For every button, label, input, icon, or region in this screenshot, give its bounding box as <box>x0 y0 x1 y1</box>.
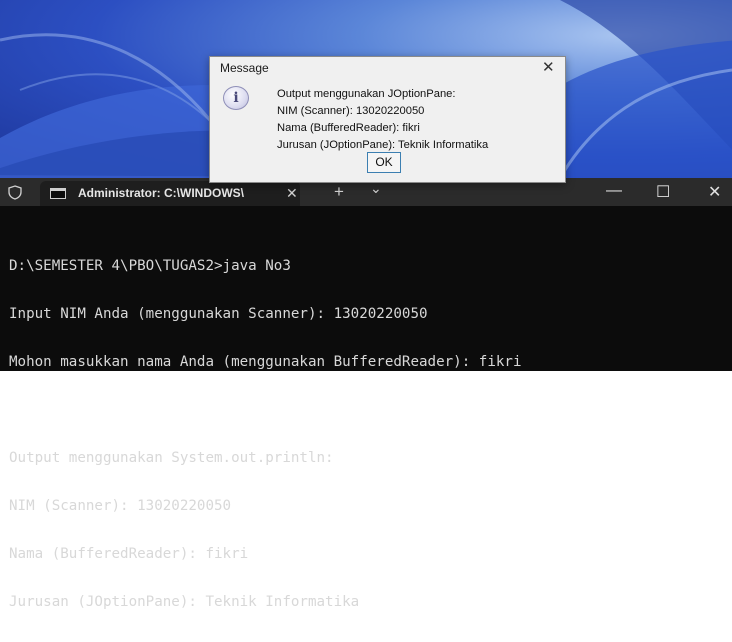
ok-button[interactable]: OK <box>367 152 401 173</box>
console-line: Jurusan (JOptionPane): Teknik Informatik… <box>9 594 360 610</box>
message-dialog[interactable]: Message ✕ i Output menggunakan JOptionPa… <box>209 56 566 183</box>
console-line: NIM (Scanner): 13020220050 <box>9 498 232 514</box>
tab-close-icon[interactable]: ✕ <box>286 185 298 202</box>
close-icon[interactable]: ✕ <box>542 58 555 76</box>
console-line: Mohon masukkan nama Anda (menggunakan Bu… <box>9 354 522 370</box>
new-tab-icon[interactable]: + <box>334 182 344 202</box>
tab-title: Administrator: C:\WINDOWS\ <box>78 186 244 200</box>
console-line: D:\SEMESTER 4\PBO\TUGAS2>java No3 <box>9 258 291 274</box>
dialog-title: Message <box>220 61 269 75</box>
dialog-message: Output menggunakan JOptionPane: NIM (Sca… <box>277 86 488 154</box>
message-line: NIM (Scanner): 13020220050 <box>277 105 425 117</box>
minimize-icon[interactable]: — <box>606 182 622 200</box>
information-icon: i <box>223 86 249 110</box>
terminal-tab[interactable]: Administrator: C:\WINDOWS\ ✕ <box>40 181 300 206</box>
terminal-icon <box>50 188 66 199</box>
terminal-window[interactable]: Administrator: C:\WINDOWS\ ✕ + ⌄ — ☐ ✕ D… <box>0 178 732 610</box>
close-window-icon[interactable]: ✕ <box>708 182 721 202</box>
console-line: Nama (BufferedReader): fikri <box>9 546 249 562</box>
shield-icon <box>8 185 22 200</box>
console-line: Output menggunakan System.out.println: <box>9 450 334 466</box>
maximize-icon[interactable]: ☐ <box>656 182 670 202</box>
console-line: Input NIM Anda (menggunakan Scanner): 13… <box>9 306 428 322</box>
console-output[interactable]: D:\SEMESTER 4\PBO\TUGAS2>java No3 Input … <box>9 226 522 642</box>
message-line: Output menggunakan JOptionPane: <box>277 88 456 100</box>
message-line: Nama (BufferedReader): fikri <box>277 122 420 134</box>
